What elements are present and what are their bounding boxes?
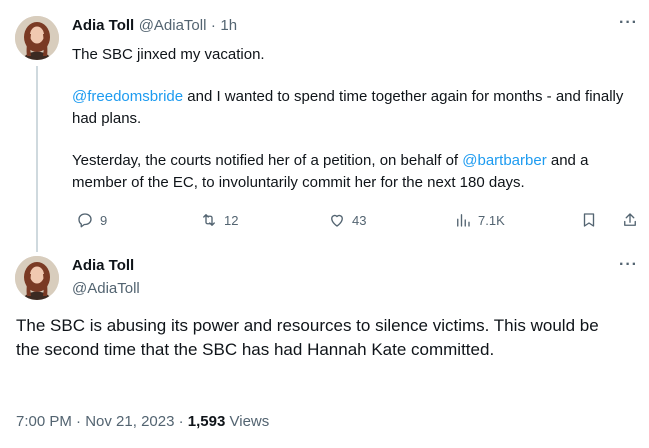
reply-count: 9 [100,212,108,228]
thread-line [36,66,38,252]
reply-button[interactable]: 9 [76,208,107,232]
profile-photo [15,256,59,300]
avatar[interactable] [15,16,59,60]
tweet-metadata: 7:00 PM · Nov 21, 2023 · 1,593 Views [16,413,269,430]
avatar[interactable] [15,256,59,300]
paragraph-text: Yesterday, the courts notified her of a … [72,152,463,169]
more-options-icon[interactable]: ··· [619,14,638,32]
tweet-paragraph: Yesterday, the courts notified her of a … [72,150,632,194]
reply-icon [78,213,92,228]
more-options-icon[interactable]: ··· [619,256,638,274]
tweet2-text: The SBC is abusing its power and resourc… [16,316,599,359]
separator-dot: · [210,17,216,34]
author-handle[interactable]: @AdiaToll [72,280,140,297]
tweet-time[interactable]: 7:00 PM [16,413,72,430]
mention-link[interactable]: @freedomsbride [72,88,183,105]
views-count: 7.1K [478,212,505,228]
tweet-date[interactable]: Nov 21, 2023 [85,413,174,430]
retweet-button[interactable]: 12 [200,208,238,232]
author-handle[interactable]: @AdiaToll [139,17,207,34]
share-icon [624,213,636,226]
author-name[interactable]: Adia Toll [72,17,134,34]
like-button[interactable]: 43 [328,208,366,232]
views-icon [457,214,470,227]
tweet-line: The SBC jinxed my vacation. [72,46,265,63]
retweet-count: 12 [224,212,239,228]
author-name[interactable]: Adia Toll [72,257,134,274]
tweet-time[interactable]: 1h [220,17,237,34]
views-count: 1,593 [187,413,226,430]
like-count: 43 [352,212,367,228]
like-icon [331,214,343,227]
mention-link[interactable]: @bartbarber [462,152,546,169]
profile-photo [15,16,59,60]
share-button[interactable] [621,208,639,232]
separator-dot: · [178,413,184,430]
tweet-paragraph: @freedomsbride and I wanted to spend tim… [72,86,632,130]
bookmark-icon [583,213,595,227]
tweet1-text: The SBC jinxed my vacation. @freedomsbri… [72,44,632,194]
tweet1-header: Adia Toll @AdiaToll · 1h [72,17,237,35]
tweet-actions: 9 12 43 7.1K [72,208,640,232]
retweet-icon [203,214,215,226]
separator-dot: · [76,413,82,430]
views-button[interactable]: 7.1K [454,208,505,232]
views-label: Views [229,413,270,430]
bookmark-button[interactable] [580,208,598,232]
